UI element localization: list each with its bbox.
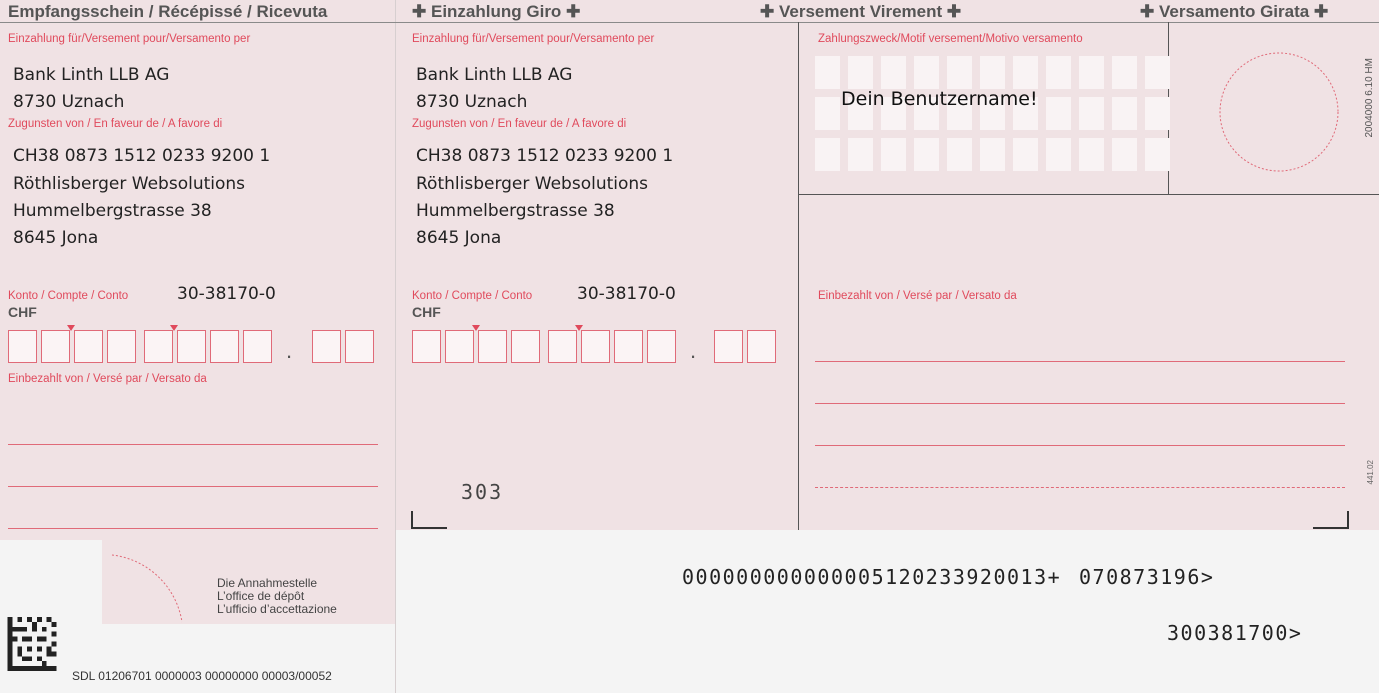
thousands-marker-icon <box>170 325 178 331</box>
giro-payment-for-label: Einzahlung für/Versement pour/Versamento… <box>412 33 655 45</box>
giro-section-divider <box>798 22 799 530</box>
amount-digit-box[interactable] <box>647 330 676 363</box>
purpose-grid[interactable] <box>815 56 1170 171</box>
receipt-paid-by-line[interactable] <box>8 528 378 529</box>
receipt-beneficiary-name: Röthlisberger Websolutions <box>13 174 246 194</box>
receipt-footer-code: SDL 01206701 0000003 00000000 00003/0005… <box>72 669 332 683</box>
giro-currency: CHF <box>412 304 441 320</box>
acceptance-line-1: Die Annahmestelle <box>217 576 318 590</box>
paid-by-line[interactable] <box>815 403 1345 404</box>
swiss-cross-icon: ✚ <box>412 2 427 21</box>
coding-line-reference: 000000000000005120233920013+ <box>682 565 1062 589</box>
thousands-marker-icon <box>67 325 75 331</box>
receipt-paid-by-label: Einbezahlt von / Versé par / Versato da <box>8 373 207 385</box>
acceptance-stamp-circle <box>111 554 183 623</box>
header-versement: ✚ Versement Virement ✚ <box>760 2 962 21</box>
receipt-beneficiary-city: 8645 Jona <box>13 228 99 248</box>
thousands-marker-icon <box>575 325 583 331</box>
receipt-paid-by-line[interactable] <box>8 486 378 487</box>
purpose-side-code: 2004000 6.10 HM <box>1364 58 1375 138</box>
paid-by-corner-mark <box>1313 511 1349 529</box>
receipt-payment-for-label: Einzahlung für/Versement pour/Versamento… <box>8 33 251 45</box>
paid-by-line[interactable] <box>815 445 1345 446</box>
purpose-text[interactable]: Dein Benutzername! <box>841 88 1038 110</box>
header-versamento: ✚ Versamento Girata ✚ <box>1140 2 1329 21</box>
giro-bank-name: Bank Linth LLB AG <box>416 65 573 85</box>
coding-line-account: 300381700> <box>1167 621 1303 645</box>
acceptance-line-2: L’office de dépôt <box>217 589 305 603</box>
giro-account-label: Konto / Compte / Conto <box>412 290 533 302</box>
header-giro: ✚ Einzahlung Giro ✚ <box>412 2 581 21</box>
amount-digit-box[interactable] <box>445 330 474 363</box>
purpose-bottom-rule <box>798 194 1379 195</box>
receipt-decimal-point: . <box>286 338 293 363</box>
giro-corner-mark <box>411 511 447 529</box>
swiss-cross-icon: ✚ <box>566 2 581 21</box>
giro-decimal-point: . <box>690 338 697 363</box>
swiss-cross-icon: ✚ <box>946 2 962 21</box>
receipt-account-number: 30-38170-0 <box>177 284 276 304</box>
receipt-paid-by-line[interactable] <box>8 444 378 445</box>
header-rule <box>0 22 1379 23</box>
amount-digit-box[interactable] <box>614 330 643 363</box>
amount-cents-box[interactable] <box>714 330 743 363</box>
amount-digit-box[interactable] <box>478 330 507 363</box>
amount-digit-box[interactable] <box>210 330 239 363</box>
giro-beneficiary-street: Hummelbergstrasse 38 <box>416 201 615 221</box>
giro-code: 303 <box>461 480 504 504</box>
swiss-cross-icon: ✚ <box>760 2 775 21</box>
amount-digit-box[interactable] <box>41 330 70 363</box>
giro-beneficiary-name: Röthlisberger Websolutions <box>416 174 649 194</box>
amount-digit-box[interactable] <box>511 330 540 363</box>
receipt-currency: CHF <box>8 304 37 320</box>
paid-by-side-code: 441.02 <box>1366 460 1375 485</box>
receipt-beneficiary-street: Hummelbergstrasse 38 <box>13 201 212 221</box>
paid-by-line[interactable] <box>815 361 1345 362</box>
payment-slip: Empfangsschein / Récépissé / Ricevuta ✚ … <box>0 0 1379 693</box>
amount-cents-box[interactable] <box>312 330 341 363</box>
amount-digit-box[interactable] <box>177 330 206 363</box>
giro-account-number: 30-38170-0 <box>577 284 676 304</box>
receipt-bank-name: Bank Linth LLB AG <box>13 65 170 85</box>
swiss-cross-icon: ✚ <box>1313 2 1329 21</box>
coding-line-zone <box>395 530 1379 693</box>
swiss-cross-icon: ✚ <box>1140 2 1155 21</box>
receipt-iban: CH38 0873 1512 0233 9200 1 <box>13 146 271 166</box>
giro-in-favour-label: Zugunsten von / En faveur de / A favore … <box>412 118 627 130</box>
amount-digit-box[interactable] <box>144 330 173 363</box>
coding-line-clearing: 070873196> <box>1079 565 1215 589</box>
amount-digit-box[interactable] <box>412 330 441 363</box>
amount-digit-box[interactable] <box>8 330 37 363</box>
receipt-in-favour-label: Zugunsten von / En faveur de / A favore … <box>8 118 223 130</box>
receipt-account-label: Konto / Compte / Conto <box>8 290 129 302</box>
amount-digit-box[interactable] <box>243 330 272 363</box>
purpose-label: Zahlungszweck/Motif versement/Motivo ver… <box>818 33 1083 45</box>
receipt-bank-city: 8730 Uznach <box>13 92 125 112</box>
amount-digit-box[interactable] <box>107 330 136 363</box>
amount-digit-box[interactable] <box>548 330 577 363</box>
giro-iban: CH38 0873 1512 0233 9200 1 <box>416 146 674 166</box>
paid-by-label: Einbezahlt von / Versé par / Versato da <box>818 290 1017 302</box>
postmark-stamp-circle <box>1219 52 1339 172</box>
datamatrix-barcode-icon <box>7 617 57 671</box>
thousands-marker-icon <box>472 325 480 331</box>
amount-digit-box[interactable] <box>74 330 103 363</box>
acceptance-line-3: L’ufficio d’accettazione <box>217 602 337 616</box>
amount-cents-box[interactable] <box>345 330 374 363</box>
giro-bank-city: 8730 Uznach <box>416 92 528 112</box>
amount-cents-box[interactable] <box>747 330 776 363</box>
amount-digit-box[interactable] <box>581 330 610 363</box>
perforation-divider <box>395 0 396 693</box>
giro-beneficiary-city: 8645 Jona <box>416 228 502 248</box>
paid-by-dashed-line[interactable] <box>815 487 1345 488</box>
receipt-title: Empfangsschein / Récépissé / Ricevuta <box>8 2 328 21</box>
